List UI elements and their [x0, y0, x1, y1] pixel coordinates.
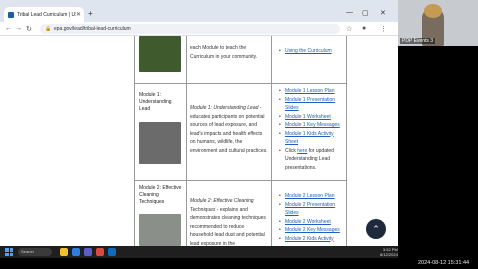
- close-tab-icon[interactable]: ✕: [76, 11, 81, 18]
- resource-item: Module 2 Worksheet: [278, 218, 344, 227]
- resource-link[interactable]: Module 1 Kids Activity Sheet: [285, 131, 334, 146]
- resource-item: Module 1 Worksheet: [278, 113, 344, 122]
- minimize-icon[interactable]: —: [346, 9, 353, 16]
- webcam-overlay: PDP Events 3: [398, 0, 478, 46]
- browser-tab[interactable]: Tribal Lead Curriculum | US EPA ✕: [4, 7, 84, 22]
- resource-link[interactable]: Module 1 Key Messages: [285, 122, 340, 128]
- resource-list: Using the Curriculum: [278, 47, 344, 56]
- page-content: each Module to teach the Curriculum in y…: [0, 36, 398, 246]
- table-border: [271, 36, 272, 246]
- forward-icon[interactable]: →: [15, 25, 22, 32]
- resource-item: Module 2 Key Messages: [278, 226, 344, 235]
- table-border: [134, 83, 347, 84]
- windows-taskbar: Search 3:52 PM 8/12/2024: [0, 246, 398, 258]
- resource-link[interactable]: Module 1 Worksheet: [285, 114, 331, 120]
- module-description: Module 1: Understanding Lead - educates …: [190, 105, 268, 154]
- resource-link[interactable]: Module 2 Lesson Plan: [285, 193, 334, 199]
- resource-link[interactable]: Module 2 Kids Activity: [285, 236, 334, 242]
- star-icon[interactable]: ☆: [346, 25, 352, 33]
- file-explorer-icon[interactable]: [60, 248, 68, 256]
- resource-link[interactable]: Using the Curriculum: [285, 48, 332, 54]
- resource-item: Module 2 Presentation Slides: [278, 201, 344, 218]
- maximize-icon[interactable]: ▢: [362, 9, 369, 17]
- module-name: Module 1: Understanding Lead: [139, 92, 172, 112]
- resource-item: Module 2 Kids Activity: [278, 235, 344, 244]
- module-description: each Module to teach the Curriculum in y…: [190, 45, 258, 60]
- recording-timestamp: 2024-08-12 15:31:44: [418, 260, 470, 266]
- module-thumbnail-image: [139, 122, 181, 164]
- resource-item: Module 1 Presentation Slides: [278, 96, 344, 113]
- chrome-icon[interactable]: [96, 248, 104, 256]
- presenter-head: [424, 4, 442, 18]
- address-bar-row: ← → ↻ 🔒 epa.gov/lead/tribal-lead-curricu…: [0, 22, 398, 36]
- resource-item: Module 2 Lesson Plan: [278, 192, 344, 201]
- tab-bar: Tribal Lead Curriculum | US EPA ✕ + — ▢ …: [0, 0, 398, 22]
- resource-list: Module 1 Lesson Plan Module 1 Presentati…: [278, 87, 344, 172]
- resource-item: Module 1 Kids Activity Sheet: [278, 130, 344, 147]
- resource-link[interactable]: Module 1 Lesson Plan: [285, 88, 334, 94]
- table-border: [134, 180, 347, 181]
- menu-icon[interactable]: ⋮: [380, 25, 387, 33]
- new-tab-icon[interactable]: +: [88, 9, 93, 18]
- url-input[interactable]: 🔒 epa.gov/lead/tribal-lead-curriculum: [40, 24, 340, 34]
- resource-item: Using the Curriculum: [278, 47, 344, 56]
- resource-list: Module 2 Lesson Plan Module 2 Presentati…: [278, 192, 344, 243]
- tab-title: Tribal Lead Curriculum | US EPA: [17, 11, 76, 18]
- system-clock[interactable]: 3:52 PM 8/12/2024: [380, 247, 398, 257]
- url-text: epa.gov/lead/tribal-lead-curriculum: [54, 26, 131, 32]
- windows-start-icon[interactable]: [5, 248, 13, 256]
- epa-favicon-icon: [8, 11, 14, 18]
- table-border: [186, 36, 187, 246]
- lock-icon: 🔒: [45, 26, 52, 32]
- table-border: [346, 36, 347, 246]
- webcam-label: PDP Events 3: [400, 38, 436, 44]
- resource-link[interactable]: Module 2 Key Messages: [285, 227, 340, 233]
- browser-window: Tribal Lead Curriculum | US EPA ✕ + — ▢ …: [0, 0, 398, 246]
- resource-item: Module 1 Lesson Plan: [278, 87, 344, 96]
- reload-icon[interactable]: ↻: [26, 25, 32, 33]
- screen: Tribal Lead Curriculum | US EPA ✕ + — ▢ …: [0, 0, 478, 269]
- back-icon[interactable]: ←: [5, 25, 12, 32]
- module-thumbnail-image: [139, 214, 181, 246]
- table-border: [134, 36, 135, 246]
- resource-link[interactable]: Module 2 Presentation Slides: [285, 202, 335, 217]
- here-link[interactable]: here: [297, 148, 307, 154]
- teams-icon[interactable]: [84, 248, 92, 256]
- taskbar-search-input[interactable]: Search: [18, 248, 52, 256]
- close-window-icon[interactable]: ✕: [380, 9, 386, 17]
- resource-item: Click here for updated Understanding Lea…: [278, 147, 344, 173]
- resource-link[interactable]: Module 1 Presentation Slides: [285, 97, 335, 112]
- module-name: Module 2: Effective Cleaning Techniques: [139, 185, 182, 205]
- module-thumbnail-image: [139, 36, 181, 72]
- edge-icon[interactable]: [72, 248, 80, 256]
- resource-link[interactable]: Module 2 Worksheet: [285, 219, 331, 225]
- chevron-up-icon[interactable]: ⌃: [366, 219, 386, 239]
- resource-item: Module 1 Key Messages: [278, 121, 344, 130]
- profile-icon[interactable]: ●: [362, 25, 366, 32]
- module-description: Module 2: Effective Cleaning Techniques …: [190, 198, 266, 246]
- outlook-icon[interactable]: [108, 248, 116, 256]
